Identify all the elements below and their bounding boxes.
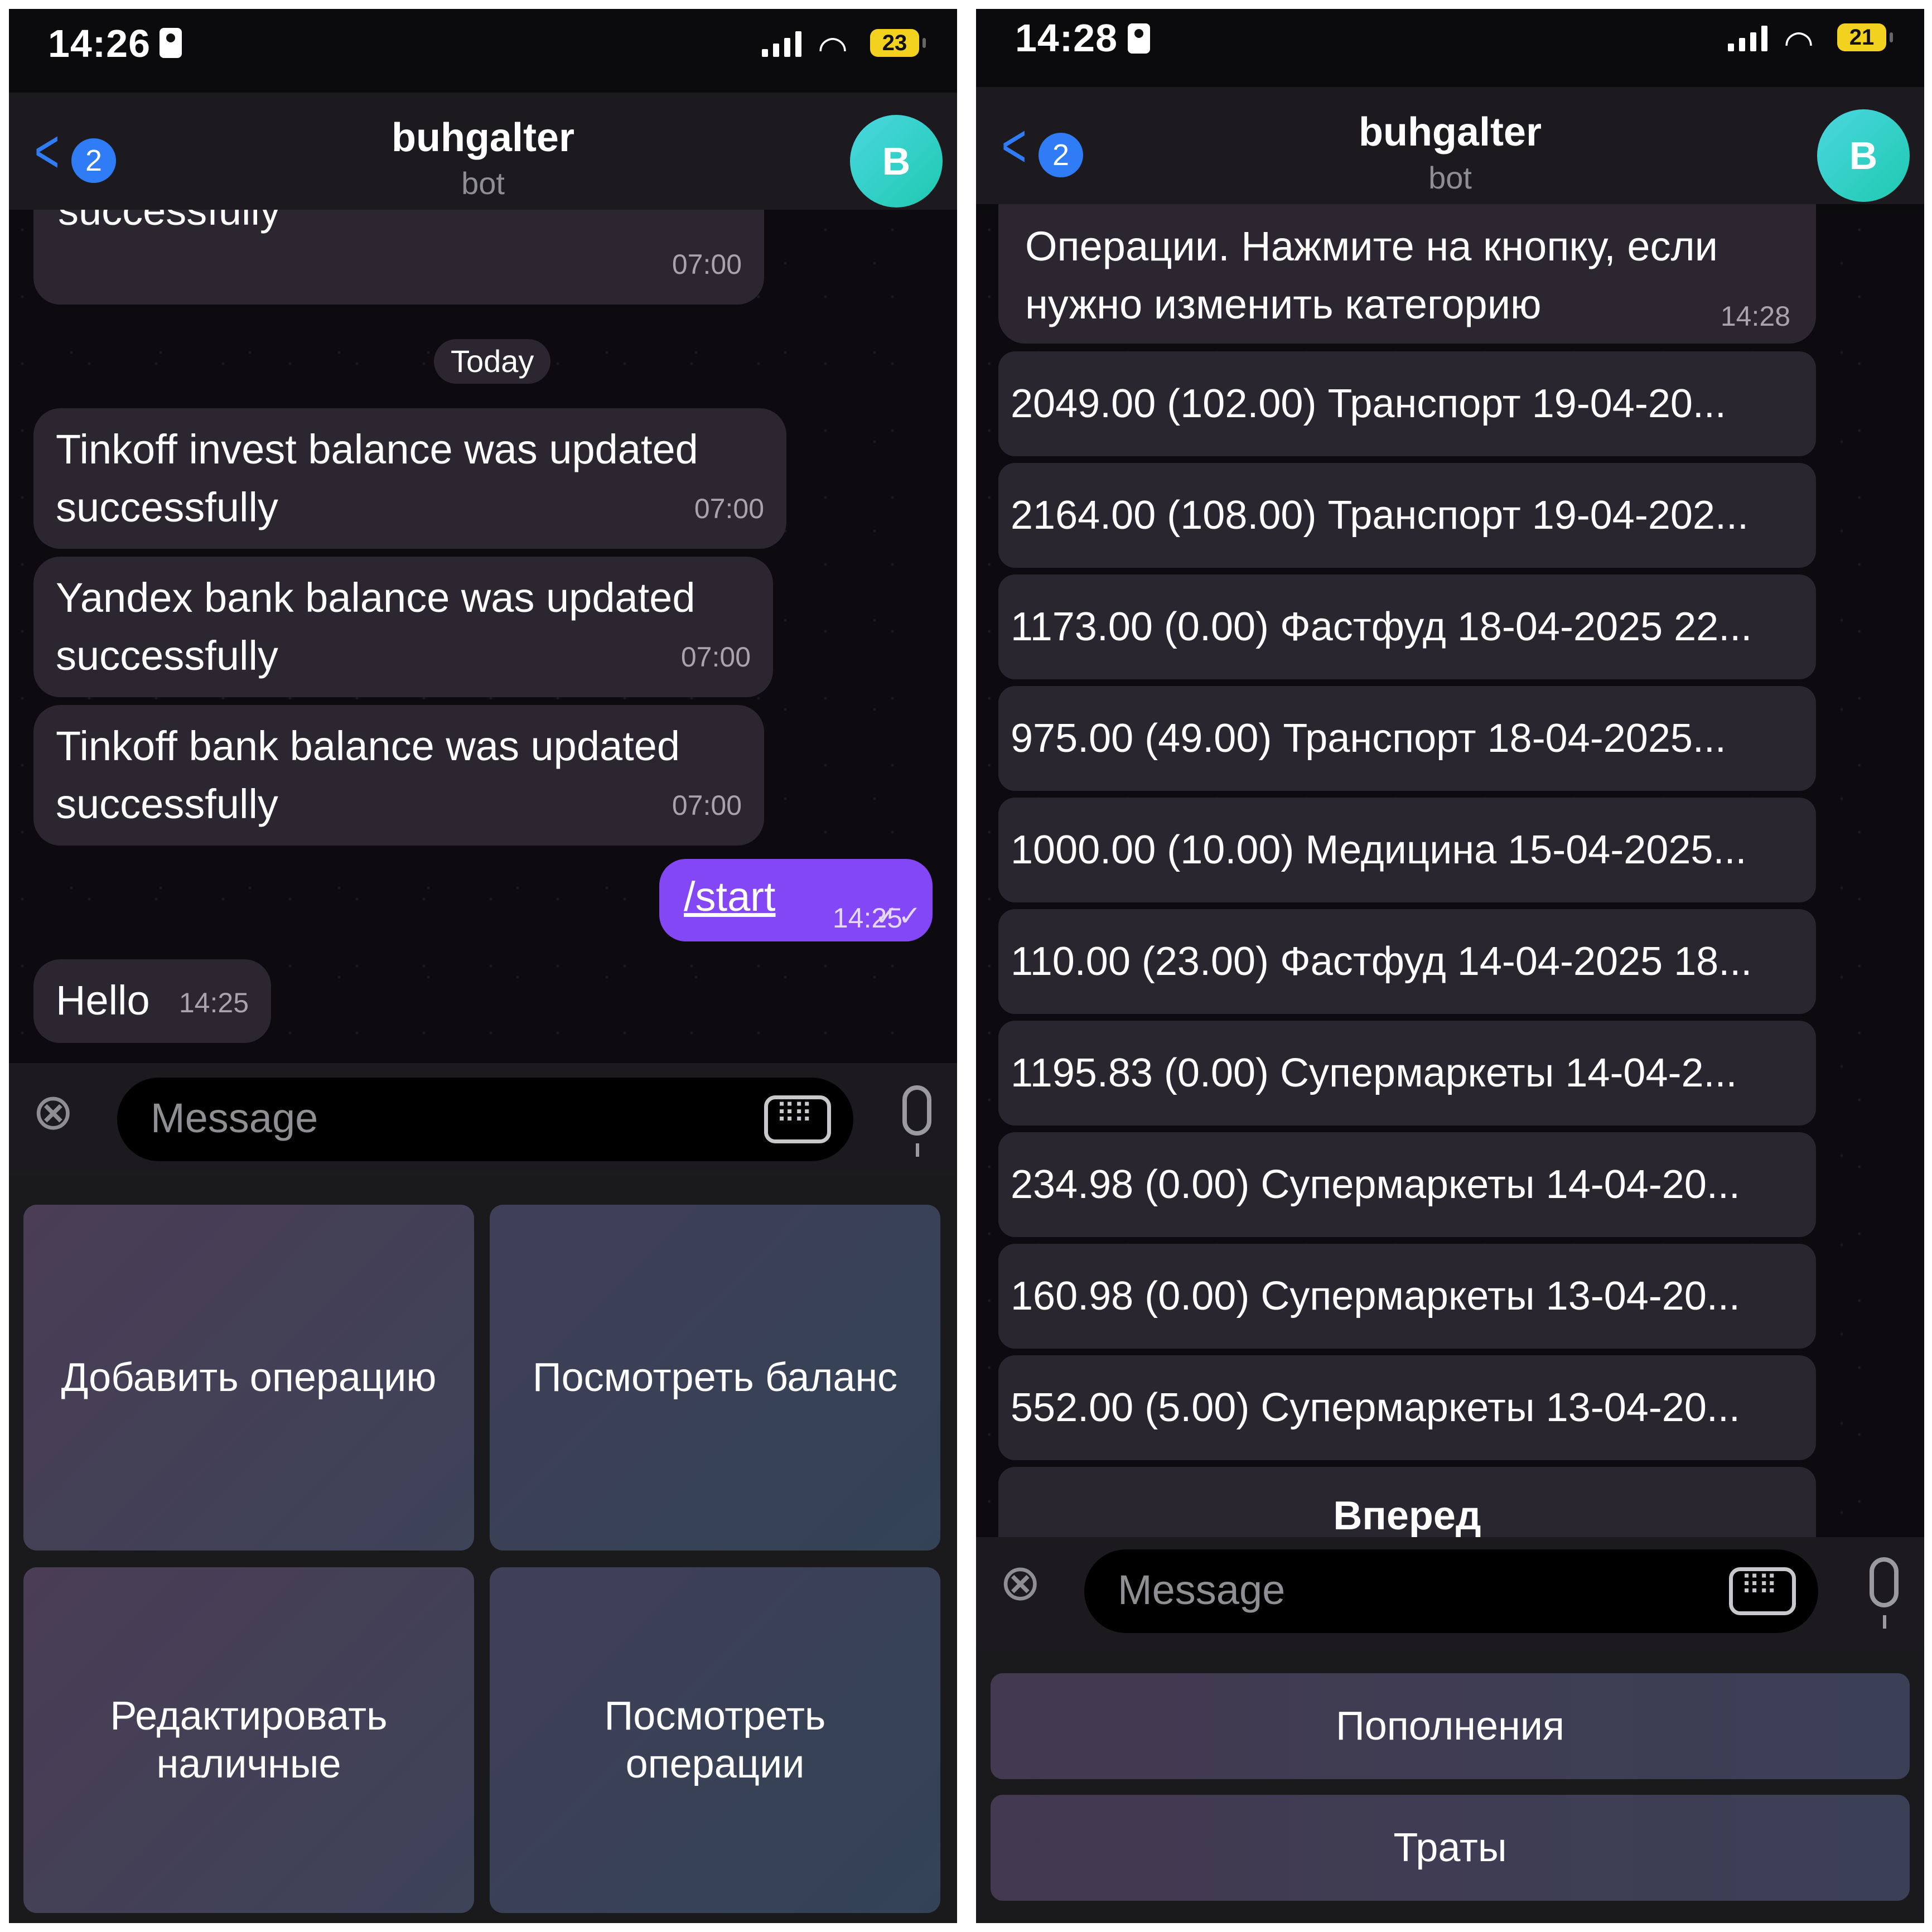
message-time: 07:00: [672, 790, 742, 821]
attach-icon[interactable]: ⊕: [984, 1548, 1055, 1619]
message-text: Tinkoff invest balance was updated succe…: [56, 426, 698, 530]
status-bar: 14:28 ◠ 21: [976, 9, 1924, 93]
avatar[interactable]: B: [850, 115, 943, 207]
wifi-icon: ◠: [1784, 24, 1814, 62]
add-operation-button[interactable]: Добавить операцию: [23, 1205, 474, 1551]
bot-keyboard: Добавить операцию Посмотреть баланс Реда…: [9, 1175, 957, 1923]
contact-card-icon: [1128, 23, 1150, 54]
operation-button[interactable]: 2164.00 (108.00) Транспорт 19-04-202...: [998, 463, 1816, 568]
chat-subtitle: bot: [461, 166, 505, 201]
attach-icon[interactable]: ⊕: [17, 1077, 88, 1148]
battery-icon: 21: [1837, 23, 1893, 51]
wifi-icon: ◠: [818, 30, 848, 68]
message-time: 07:00: [694, 493, 764, 524]
status-bar: 14:26 ◠ 23: [9, 9, 957, 93]
right-phone-screen: 14:28 ◠ 21 Операции. Нажмите на кнопку, …: [976, 9, 1924, 1923]
operation-button[interactable]: 2049.00 (102.00) Транспорт 19-04-20...: [998, 351, 1816, 456]
command-link[interactable]: /start: [684, 870, 775, 924]
battery-icon: 23: [870, 29, 926, 57]
message-composer: ⊕ Message: [976, 1537, 1924, 1649]
outgoing-message: /start 14:25 ✓✓: [659, 859, 933, 941]
view-operations-button[interactable]: Посмотреть операции: [490, 1567, 940, 1913]
double-check-icon: ✓✓: [875, 900, 921, 931]
message-time: 14:25: [178, 987, 249, 1018]
status-time: 14:26: [48, 22, 151, 65]
message-composer: ⊕ Message: [9, 1063, 957, 1175]
message-input[interactable]: Message: [117, 1078, 853, 1161]
chat-header-overlay: < 2 buhgalter bot B: [9, 93, 957, 210]
operation-button[interactable]: 552.00 (5.00) Супермаркеты 13-04-20...: [998, 1355, 1816, 1460]
bot-keyboard: Пополнения Траты: [976, 1649, 1924, 1923]
message-time: 14:28: [1720, 301, 1790, 332]
chat-header: < 2 buhgalter bot B: [976, 87, 1924, 204]
message-text: Hello: [56, 977, 150, 1023]
message-time: 07:00: [672, 249, 742, 280]
operation-button[interactable]: 975.00 (49.00) Транспорт 18-04-2025...: [998, 686, 1816, 791]
message-bubble: Tinkoff invest balance was updated succe…: [33, 408, 786, 549]
message-time: 07:00: [680, 641, 751, 673]
message-input[interactable]: Message: [1084, 1549, 1818, 1633]
message-bubble: Yandex bank balance was updated successf…: [33, 557, 773, 697]
message-bubble: Hello 14:25: [33, 959, 271, 1043]
message-placeholder: Message: [151, 1095, 318, 1141]
status-time: 14:28: [1015, 16, 1118, 60]
message-placeholder: Message: [1118, 1567, 1286, 1613]
message-bubble: Tinkoff bank balance was updated success…: [33, 705, 764, 846]
deposits-button[interactable]: Пополнения: [991, 1673, 1910, 1779]
chat-title[interactable]: buhgalter: [9, 115, 957, 161]
operation-button[interactable]: 160.98 (0.00) Супермаркеты 13-04-20...: [998, 1244, 1816, 1349]
message-text: Операции. Нажмите на кнопку, если нужно …: [1025, 223, 1718, 327]
keyboard-icon[interactable]: [1729, 1567, 1796, 1615]
avatar[interactable]: B: [1817, 109, 1910, 202]
date-separator: Today: [434, 339, 551, 384]
operation-button[interactable]: 110.00 (23.00) Фастфуд 14-04-2025 18...: [998, 909, 1816, 1014]
operation-button[interactable]: 234.98 (0.00) Супермаркеты 14-04-20...: [998, 1132, 1816, 1237]
operation-button[interactable]: 1173.00 (0.00) Фастфуд 18-04-2025 22...: [998, 574, 1816, 679]
edit-cash-button[interactable]: Редактировать наличные: [23, 1567, 474, 1913]
message-text: Yandex bank balance was updated successf…: [56, 574, 695, 679]
chat-title[interactable]: buhgalter: [976, 109, 1924, 155]
view-balance-button[interactable]: Посмотреть баланс: [490, 1205, 940, 1551]
expenses-button[interactable]: Траты: [991, 1795, 1910, 1901]
microphone-icon[interactable]: [902, 1085, 931, 1157]
chat-subtitle: bot: [1428, 160, 1472, 195]
operation-button[interactable]: 1000.00 (10.00) Медицина 15-04-2025...: [998, 798, 1816, 902]
keyboard-icon[interactable]: [764, 1095, 831, 1143]
operation-button[interactable]: 1195.83 (0.00) Супермаркеты 14-04-2...: [998, 1021, 1816, 1126]
microphone-icon[interactable]: [1870, 1557, 1899, 1629]
signal-icon: [762, 31, 804, 57]
left-phone-screen: 14:26 ◠ 23 < 2 buhgalter bot B successfu…: [9, 9, 957, 1923]
contact-card-icon: [160, 28, 182, 58]
message-text: Tinkoff bank balance was updated success…: [56, 723, 680, 827]
signal-icon: [1728, 26, 1770, 51]
